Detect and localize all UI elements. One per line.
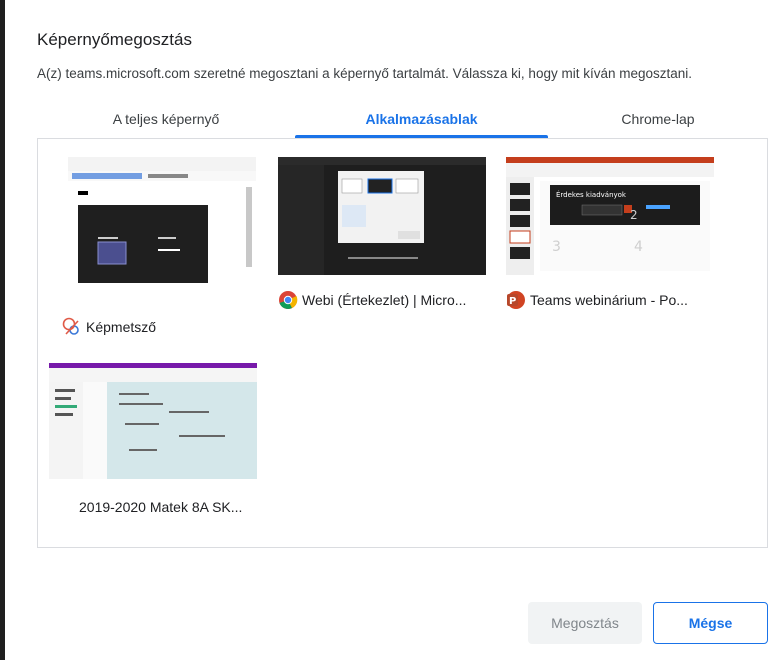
window-item-kepmetszo[interactable]: Képmetsző — [49, 157, 264, 335]
source-tabs: A teljes képernyő Alkalmazásablak Chrome… — [37, 100, 768, 138]
slide-number-3: 3 — [552, 239, 561, 255]
window-item-title: 2019-2020 Matek 8A SK... — [79, 499, 243, 515]
window-item-teams-webinarium[interactable]: Érdekes kiadványok 3 4 2 P Teams webinár… — [506, 157, 721, 317]
chrome-icon — [278, 290, 298, 310]
powerpoint-icon: P — [506, 290, 526, 310]
dialog-title: Képernyőmegosztás — [37, 30, 192, 49]
window-item-matek[interactable]: 2019-2020 Matek 8A SK... — [49, 363, 264, 523]
slide-number-2: 2 — [630, 208, 638, 222]
window-thumbnail — [68, 157, 256, 287]
snipping-tool-icon — [62, 317, 82, 337]
slide-number-4: 4 — [634, 239, 643, 255]
window-item-title: Képmetsző — [86, 319, 157, 335]
window-item-label: 2019-2020 Matek 8A SK... — [79, 497, 242, 517]
cancel-button[interactable]: Mégse — [653, 602, 768, 644]
window-thumbnail — [278, 157, 486, 275]
window-thumbnail: Érdekes kiadványok 3 4 2 — [506, 157, 714, 275]
window-left-edge — [0, 0, 5, 660]
window-item-label: Webi (Értekezlet) | Micro... — [278, 290, 466, 310]
slide-title-text: Érdekes kiadványok — [556, 190, 627, 199]
tab-entire-screen[interactable]: A teljes képernyő — [37, 100, 295, 138]
dialog-subtitle: A(z) teams.microsoft.com szeretné megosz… — [37, 66, 693, 81]
share-button[interactable]: Megosztás — [528, 602, 642, 644]
window-list: Képmetsző Webi (Értekezlet) | Micro... É… — [37, 138, 768, 548]
window-item-title: Webi (Értekezlet) | Micro... — [302, 292, 467, 308]
tab-application-window[interactable]: Alkalmazásablak — [295, 100, 548, 138]
window-item-label: P Teams webinárium - Po... — [506, 290, 688, 310]
window-item-label: Képmetsző — [62, 317, 156, 337]
window-item-title: Teams webinárium - Po... — [530, 292, 688, 308]
window-thumbnail — [49, 363, 257, 479]
tab-chrome-tab[interactable]: Chrome-lap — [548, 100, 768, 138]
window-item-webi[interactable]: Webi (Értekezlet) | Micro... — [278, 157, 493, 317]
powerpoint-icon-letter: P — [509, 296, 516, 307]
